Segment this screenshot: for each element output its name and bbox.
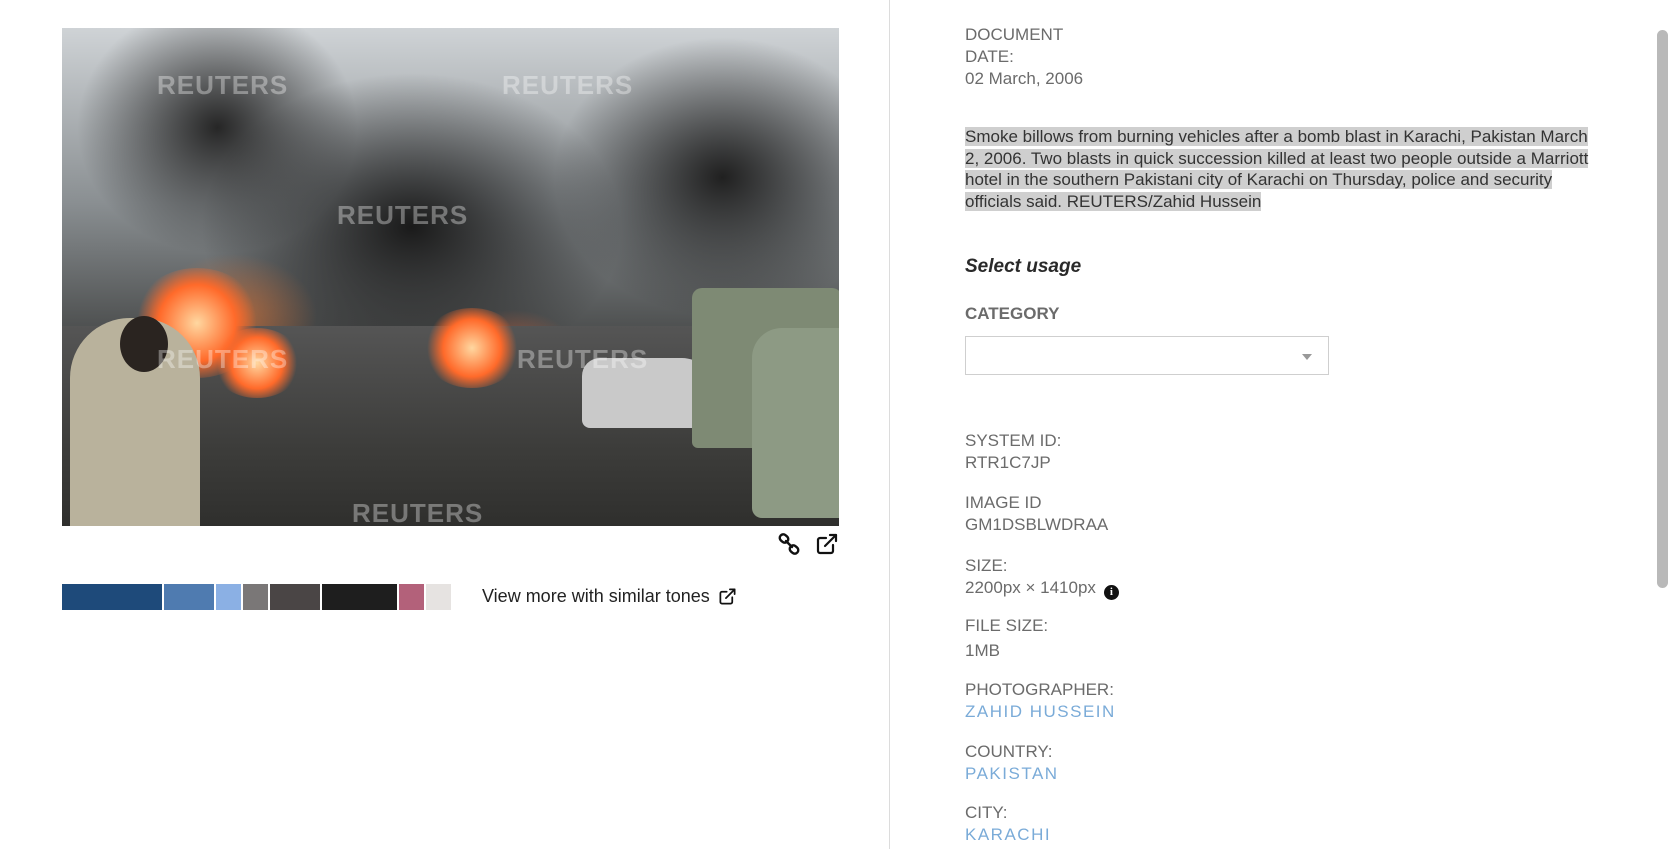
image-id-value: GM1DSBLWDRAA [965, 515, 1109, 534]
size-label: SIZE: [965, 556, 1008, 575]
reuters-watermark: REUTERS [352, 498, 484, 526]
city-link[interactable]: KARACHI [965, 824, 1051, 846]
file-size-label: FILE SIZE: [965, 616, 1049, 635]
photo-caption: Smoke billows from burning vehicles afte… [965, 126, 1605, 212]
country-block: COUNTRY: PAKISTAN [965, 741, 1059, 785]
reuters-watermark: REUTERS [157, 344, 289, 374]
news-photo[interactable]: REUTERS REUTERS REUTERS REUTERS REUTERS … [62, 28, 839, 526]
tone-swatch[interactable] [399, 584, 424, 610]
similar-tones-link[interactable]: View more with similar tones [482, 586, 737, 607]
city-label: CITY: [965, 803, 1008, 822]
reuters-watermark: REUTERS [502, 70, 634, 100]
link-icon[interactable] [775, 530, 803, 558]
size-row: 2200px × 1410px i [965, 577, 1119, 600]
reuters-watermark: REUTERS [517, 344, 649, 374]
system-id-value: RTR1C7JP [965, 453, 1051, 472]
category-label: CATEGORY [965, 304, 1060, 323]
document-date-value: 02 March, 2006 [965, 69, 1084, 88]
country-label: COUNTRY: [965, 742, 1053, 761]
photo-fire [422, 308, 522, 388]
tone-swatch[interactable] [216, 584, 241, 610]
select-usage-heading: Select usage [965, 256, 1082, 277]
info-icon[interactable]: i [1103, 584, 1119, 600]
photo-car [752, 328, 839, 518]
file-size-block: FILE SIZE: 1MB [965, 615, 1048, 662]
size-block: SIZE: 2200px × 1410px i [965, 555, 1119, 600]
tone-swatch[interactable] [243, 584, 268, 610]
scrollbar-thumb[interactable] [1657, 30, 1668, 588]
scrollbar[interactable] [1653, 0, 1671, 849]
document-date-block: DOCUMENT DATE: 02 March, 2006 [965, 24, 1083, 90]
external-link-icon [719, 588, 736, 605]
tone-swatch[interactable] [270, 584, 320, 610]
tone-swatch[interactable] [62, 584, 162, 610]
reuters-watermark: REUTERS [157, 70, 289, 100]
similar-tones-label: View more with similar tones [482, 586, 710, 606]
external-link-icon[interactable] [813, 530, 841, 558]
country-link[interactable]: PAKISTAN [965, 763, 1059, 785]
image-tools [775, 530, 845, 558]
photographer-block: PHOTOGRAPHER: ZAHID HUSSEIN [965, 679, 1116, 723]
image-pane: REUTERS REUTERS REUTERS REUTERS REUTERS … [0, 0, 889, 849]
pane-divider [889, 0, 890, 849]
reuters-watermark: REUTERS [337, 200, 469, 230]
tone-swatch[interactable] [164, 584, 214, 610]
tone-swatch[interactable] [322, 584, 397, 610]
chevron-down-icon [1302, 354, 1312, 360]
photographer-label: PHOTOGRAPHER: [965, 680, 1114, 699]
system-id-label: SYSTEM ID: [965, 431, 1062, 450]
file-size-value: 1MB [965, 641, 1000, 660]
system-id-block: SYSTEM ID: RTR1C7JP [965, 430, 1061, 474]
city-block: CITY: KARACHI [965, 802, 1051, 846]
image-id-label: IMAGE ID [965, 493, 1042, 512]
color-tones [62, 584, 451, 610]
caption-text: Smoke billows from burning vehicles afte… [965, 127, 1589, 211]
document-date-label: DOCUMENT DATE: [965, 25, 1063, 66]
photographer-link[interactable]: ZAHID HUSSEIN [965, 701, 1116, 723]
image-id-block: IMAGE ID GM1DSBLWDRAA [965, 492, 1108, 536]
size-value: 2200px × 1410px [965, 578, 1096, 597]
category-dropdown[interactable] [965, 336, 1329, 375]
tone-swatch[interactable] [426, 584, 451, 610]
